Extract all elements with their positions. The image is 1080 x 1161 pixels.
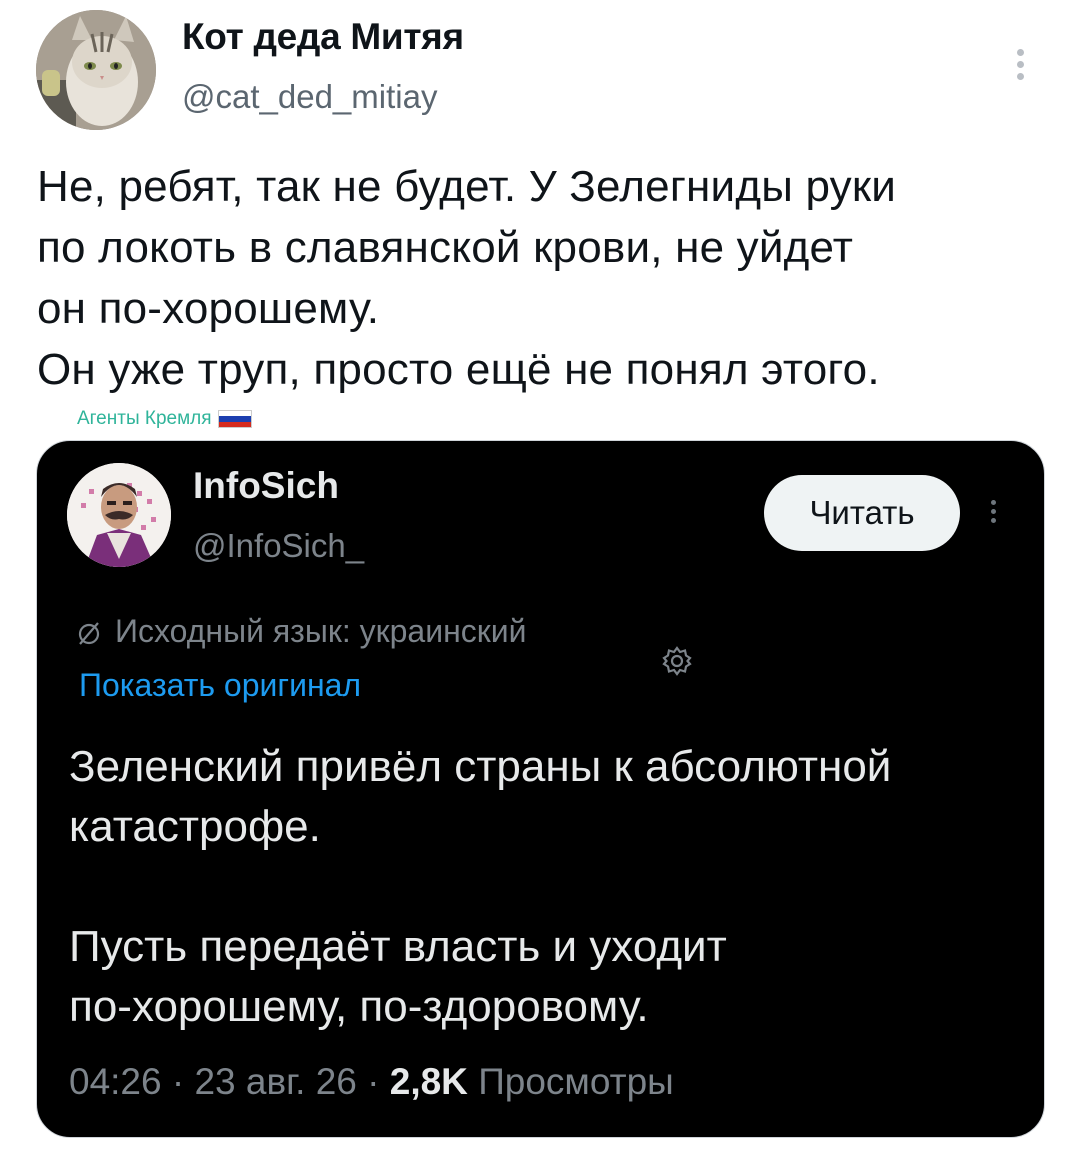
quoted-tweet-card[interactable]: InfoSich @InfoSich_ Читать Исходный язык… [36, 440, 1045, 1138]
more-vertical-icon[interactable] [983, 496, 1003, 530]
watermark-label: Агенты Кремля [77, 408, 212, 429]
views-label[interactable]: Просмотры [478, 1061, 674, 1102]
translation-note-text: Исходный язык: украинский [115, 613, 527, 649]
russian-flag-icon [217, 410, 252, 428]
outer-author-avatar[interactable] [36, 10, 156, 130]
translation-note: Исходный язык: украинский [75, 613, 527, 650]
watermark: Агенты Кремля [77, 408, 252, 430]
show-original-link[interactable]: Показать оригинал [79, 667, 361, 704]
outer-author-name[interactable]: Кот деда Митяя [182, 16, 464, 58]
outer-author-handle[interactable]: @cat_ded_mitiay [182, 78, 437, 116]
quoted-author-avatar[interactable] [67, 463, 171, 567]
tweet-time: 04:26 [69, 1061, 162, 1102]
more-vertical-icon[interactable] [1000, 44, 1040, 88]
quoted-tweet-text: Зеленский привёл страны к абсолютной кат… [69, 742, 892, 1031]
quoted-author-handle[interactable]: @InfoSich_ [193, 527, 364, 565]
outer-tweet-text: Не, ребят, так не будет. У Зелегниды рук… [37, 162, 897, 394]
views-count: 2,8K [389, 1061, 468, 1102]
meta-separator: · [367, 1061, 390, 1102]
quoted-author-name[interactable]: InfoSich [193, 465, 339, 507]
gear-icon[interactable] [659, 643, 695, 679]
meta-separator: · [171, 1061, 195, 1102]
translate-icon [75, 618, 103, 646]
tweet-meta: 04:26 · 23 авг. 26 · 2,8K Просмотры [69, 1061, 674, 1103]
follow-button[interactable]: Читать [764, 475, 960, 551]
tweet-date: 23 авг. 26 [194, 1061, 357, 1102]
